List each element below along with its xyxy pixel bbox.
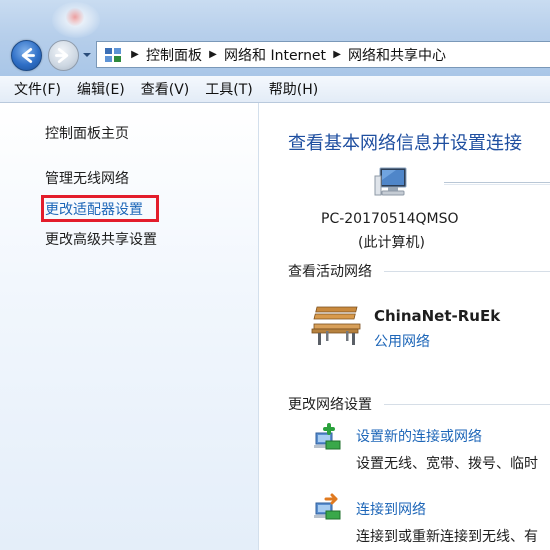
new-connection-icon[interactable] — [312, 423, 342, 453]
back-arrow-icon — [21, 48, 35, 63]
section-divider — [384, 404, 550, 405]
change-settings-header: 更改网络设置 — [288, 397, 372, 413]
connect-to-network-icon[interactable] — [312, 493, 342, 523]
sidebar-item-advanced-sharing[interactable]: 更改高级共享设置 — [45, 229, 157, 249]
setup-new-connection-description: 设置无线、宽带、拨号、临时 — [356, 456, 538, 472]
page-title: 查看基本网络信息并设置连接 — [288, 133, 522, 154]
menu-edit[interactable]: 编辑(E) — [77, 79, 125, 99]
menu-help[interactable]: 帮助(H) — [269, 79, 318, 99]
menu-view[interactable]: 查看(V) — [141, 79, 190, 99]
setup-new-connection-link[interactable]: 设置新的连接或网络 — [356, 426, 482, 446]
window-glow-accent — [66, 8, 84, 26]
breadcrumb-separator-icon[interactable]: ▶ — [329, 49, 345, 60]
section-divider — [384, 271, 550, 272]
network-map-line — [444, 182, 550, 183]
breadcrumb-separator-icon[interactable]: ▶ — [205, 49, 221, 60]
main-content: 查看基本网络信息并设置连接 PC-20170514QMSO (此计算机) 查看活… — [260, 103, 550, 550]
menu-file[interactable]: 文件(F) — [14, 79, 61, 99]
computer-name: PC-20170514QMSO — [321, 211, 459, 227]
sidebar-item-control-panel-home[interactable]: 控制面板主页 — [45, 123, 129, 143]
address-bar-area: ▶ 控制面板 ▶ 网络和 Internet ▶ 网络和共享中心 — [0, 0, 550, 76]
address-field[interactable]: ▶ 控制面板 ▶ 网络和 Internet ▶ 网络和共享中心 — [96, 41, 550, 68]
network-location-link[interactable]: 公用网络 — [374, 331, 430, 351]
tasks-sidebar: 控制面板主页 管理无线网络 更改适配器设置 更改高级共享设置 — [0, 103, 259, 550]
breadcrumb-control-panel[interactable]: 控制面板 — [143, 45, 205, 65]
forward-arrow-icon — [55, 48, 69, 63]
menu-bar: 文件(F) 编辑(E) 查看(V) 工具(T) 帮助(H) — [0, 76, 550, 103]
computer-label: (此计算机) — [358, 235, 425, 251]
connect-to-network-link[interactable]: 连接到网络 — [356, 499, 426, 519]
sidebar-item-manage-wireless[interactable]: 管理无线网络 — [45, 168, 129, 188]
back-button[interactable] — [11, 40, 42, 71]
computer-icon — [374, 167, 407, 196]
breadcrumb-network-sharing-center[interactable]: 网络和共享中心 — [345, 45, 449, 65]
network-name: ChinaNet-RuEk — [374, 307, 501, 325]
breadcrumb-separator-icon[interactable]: ▶ — [127, 49, 143, 60]
network-map-line-shadow — [444, 184, 550, 185]
menu-tools[interactable]: 工具(T) — [205, 79, 252, 99]
highlight-box — [41, 195, 159, 222]
recent-pages-dropdown-icon[interactable] — [82, 51, 92, 59]
public-network-bench-icon — [311, 306, 361, 345]
connect-to-network-description: 连接到或重新连接到无线、有 — [356, 529, 538, 545]
active-networks-header: 查看活动网络 — [288, 264, 372, 280]
forward-button[interactable] — [48, 40, 79, 71]
control-panel-icon — [105, 47, 121, 62]
breadcrumb-network-internet[interactable]: 网络和 Internet — [221, 45, 329, 65]
